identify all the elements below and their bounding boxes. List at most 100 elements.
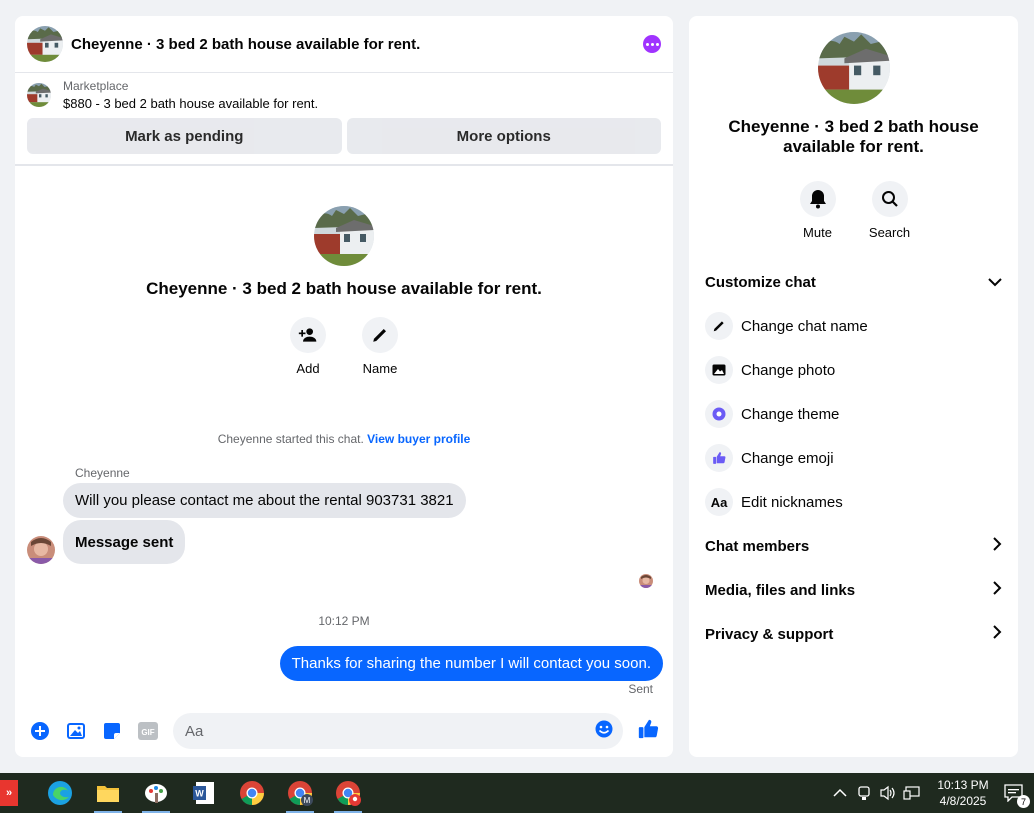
edge-icon[interactable] [36, 773, 84, 813]
message-composer: GIF [15, 705, 673, 757]
started-text: Cheyenne started this chat. [217, 432, 364, 446]
change-photo-label: Change photo [741, 361, 836, 379]
bell-icon [799, 181, 836, 217]
chat-panel: Cheyenne · 3 bed 2 bath house available … [15, 16, 673, 757]
more-options-button[interactable]: More options [346, 118, 661, 154]
change-emoji-item[interactable]: Change emoji [689, 436, 1018, 480]
search-icon [871, 181, 908, 217]
chat-members-section[interactable]: Chat members [689, 524, 1018, 568]
chevron-right-icon [992, 537, 1002, 555]
system-tray: 10:13 PM 4/8/2025 7 [828, 777, 1034, 809]
search-button[interactable]: Search [868, 181, 911, 240]
privacy-support-section[interactable]: Privacy & support [689, 612, 1018, 656]
chat-header: Cheyenne · 3 bed 2 bath house available … [15, 16, 673, 73]
chevron-down-icon [988, 274, 1002, 291]
thumbs-up-icon[interactable] [637, 718, 659, 745]
clock-time: 10:13 PM [937, 778, 989, 792]
message-input-wrapper [173, 713, 623, 749]
chrome-profile-m-icon[interactable]: M [276, 773, 324, 813]
clock-date: 4/8/2025 [939, 794, 987, 808]
volume-icon[interactable] [876, 781, 900, 805]
incoming-message[interactable]: Will you please contact me about the ren… [63, 483, 466, 518]
customize-chat-section[interactable]: Customize chat [689, 260, 1018, 304]
chevron-right-icon [992, 625, 1002, 643]
intro-avatar [314, 206, 374, 266]
gif-icon[interactable]: GIF [137, 720, 159, 742]
mark-as-pending-button[interactable]: Mark as pending [27, 118, 342, 154]
message-input[interactable] [185, 722, 595, 740]
change-photo-item[interactable]: Change photo [689, 348, 1018, 392]
pencil-icon [705, 312, 733, 340]
intro-name: Cheyenne · 3 bed 2 bath house available … [146, 279, 542, 298]
info-menu: Customize chat Change chat name Change p… [689, 260, 1018, 656]
listing-actions: Mark as pending More options [15, 111, 673, 166]
image-icon [705, 356, 733, 384]
pencil-icon [362, 317, 398, 353]
word-icon[interactable]: W [180, 773, 228, 813]
media-files-links-label: Media, files and links [705, 581, 856, 599]
theme-icon [705, 400, 733, 428]
add-people-button[interactable]: Add [290, 317, 326, 376]
add-label: Add [296, 361, 320, 376]
app-shortcut-icon[interactable]: » [0, 780, 18, 806]
mute-label: Mute [803, 225, 832, 240]
seen-indicator-avatar [639, 574, 653, 588]
privacy-support-label: Privacy & support [705, 625, 834, 643]
info-title: Cheyenne · 3 bed 2 bath house available … [728, 117, 979, 156]
chat-members-label: Chat members [705, 537, 810, 555]
edit-nicknames-item[interactable]: Aa Edit nicknames [689, 480, 1018, 524]
paint-icon[interactable] [132, 773, 180, 813]
chrome-icon[interactable] [228, 773, 276, 813]
svg-text:W: W [195, 789, 204, 799]
view-buyer-profile-link[interactable]: View buyer profile [367, 432, 470, 446]
incoming-message[interactable]: Message sent [63, 520, 186, 564]
name-group-button[interactable]: Name [362, 317, 398, 376]
chevron-right-icon [992, 581, 1002, 599]
notification-count: 7 [1017, 795, 1030, 808]
chat-info-panel: Cheyenne · 3 bed 2 bath house available … [689, 16, 1018, 757]
system-clock[interactable]: 10:13 PM 4/8/2025 [932, 777, 994, 809]
notification-icon[interactable]: 7 [1002, 781, 1030, 808]
meet-now-icon[interactable] [852, 781, 876, 805]
sender-avatar[interactable] [27, 536, 55, 564]
sticker-icon[interactable] [101, 720, 123, 742]
change-theme-label: Change theme [741, 405, 840, 423]
message-timestamp: 10:12 PM [318, 614, 370, 628]
svg-text:M: M [304, 796, 311, 805]
chrome-profile-avatar-icon[interactable] [324, 773, 372, 813]
chat-title[interactable]: Cheyenne · 3 bed 2 bath house available … [71, 36, 643, 53]
marketplace-label: Marketplace [63, 79, 129, 93]
photo-icon[interactable] [65, 720, 87, 742]
search-label: Search [868, 225, 911, 240]
svg-text:GIF: GIF [141, 728, 154, 737]
chat-started-notice: Cheyenne started this chat. View buyer p… [15, 432, 673, 446]
thumbs-up-icon [705, 444, 733, 472]
windows-taskbar: » W M 10:13 PM 4/8/2025 7 [0, 773, 1034, 813]
change-chat-name-item[interactable]: Change chat name [689, 304, 1018, 348]
change-emoji-label: Change emoji [741, 449, 834, 467]
chevron-up-icon[interactable] [828, 781, 852, 805]
add-person-icon [290, 317, 326, 353]
network-icon[interactable] [900, 781, 924, 805]
listing-description: $880 - 3 bed 2 bath house available for … [63, 96, 319, 111]
sender-name: Cheyenne [75, 466, 130, 480]
emoji-icon[interactable] [595, 720, 613, 743]
nicknames-icon: Aa [705, 488, 733, 516]
plus-icon[interactable] [29, 720, 51, 742]
mute-button[interactable]: Mute [799, 181, 836, 240]
more-options-icon[interactable] [643, 35, 661, 53]
change-theme-item[interactable]: Change theme [689, 392, 1018, 436]
chat-intro: Cheyenne · 3 bed 2 bath house available … [15, 206, 673, 376]
listing-thumbnail [27, 83, 51, 107]
sent-status: Sent [628, 682, 653, 696]
name-label: Name [362, 361, 398, 376]
outgoing-message[interactable]: Thanks for sharing the number I will con… [279, 646, 663, 681]
media-files-links-section[interactable]: Media, files and links [689, 568, 1018, 612]
file-explorer-icon[interactable] [84, 773, 132, 813]
customize-chat-label: Customize chat [705, 273, 816, 291]
marketplace-listing[interactable]: Marketplace $880 - 3 bed 2 bath house av… [15, 73, 673, 111]
info-avatar[interactable] [818, 32, 890, 104]
edit-nicknames-label: Edit nicknames [741, 493, 843, 511]
change-chat-name-label: Change chat name [741, 317, 868, 335]
group-avatar[interactable] [27, 26, 63, 62]
